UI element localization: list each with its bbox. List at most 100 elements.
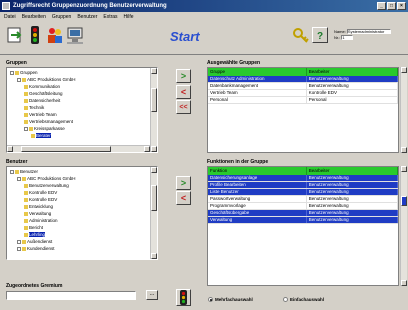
selected-groups-table[interactable]: Gruppe Bearbeiter Datenschutz Administrati…: [207, 67, 399, 153]
group-functions-vscroll[interactable]: [400, 166, 407, 286]
key-icon: [293, 28, 309, 43]
table-row[interactable]: Personal Personal: [208, 97, 398, 104]
help-button[interactable]: ?: [312, 27, 328, 43]
tree-node[interactable]: Entwicklung: [8, 203, 150, 210]
scroll-thumb[interactable]: [151, 88, 157, 112]
expand-toggle-icon[interactable]: [17, 176, 21, 181]
exit-button[interactable]: [6, 25, 24, 45]
menu-item-hilfe[interactable]: Hilfe: [124, 14, 134, 20]
scroll-thumb[interactable]: [401, 196, 407, 206]
users-tree[interactable]: Benutzer ABC Produktions GmbH Benutzerverw…: [8, 168, 150, 252]
tree-node[interactable]: Gruppen: [8, 69, 150, 76]
expand-toggle-icon[interactable]: [10, 70, 14, 75]
maximize-button[interactable]: □: [387, 2, 396, 10]
menu-item-extras[interactable]: Extras: [103, 14, 117, 20]
scroll-down-arrow[interactable]: [401, 280, 407, 286]
status-light-button[interactable]: [176, 289, 191, 306]
responsible-browse-button[interactable]: ...: [146, 290, 158, 300]
scroll-down-arrow[interactable]: [151, 253, 157, 259]
tree-node[interactable]: ABC Produktions GmbH: [8, 175, 150, 182]
scroll-down-arrow[interactable]: [401, 147, 407, 153]
column-header[interactable]: Bearbeiter: [307, 167, 398, 175]
scroll-up-arrow[interactable]: [151, 68, 157, 74]
close-button[interactable]: ×: [397, 2, 406, 10]
remove-group-button[interactable]: <: [176, 85, 191, 99]
tree-node[interactable]: Geschäftsleitung: [8, 90, 150, 97]
column-header[interactable]: Bearbeiter: [307, 68, 398, 76]
tree-node[interactable]: Kontrolle EDV: [8, 189, 150, 196]
scroll-right-arrow[interactable]: [144, 146, 150, 152]
selected-groups-vscroll[interactable]: [400, 67, 407, 153]
groups-tree-vscroll[interactable]: [150, 68, 157, 152]
tree-node[interactable]: Verwaltung: [8, 210, 150, 217]
add-user-button[interactable]: >: [176, 176, 191, 190]
tree-node[interactable]: Kundendienst: [8, 245, 150, 252]
groups-tree[interactable]: Gruppen ABC Produktions GmbH Kommunikation…: [8, 69, 150, 145]
tree-node-label: Lehrling: [29, 232, 46, 237]
scroll-thumb[interactable]: [151, 185, 157, 211]
traffic-light-button[interactable]: [26, 25, 44, 45]
expand-toggle-icon[interactable]: [10, 169, 14, 174]
tree-node[interactable]: Benutzerverwaltung: [8, 182, 150, 189]
users-tree-vscroll[interactable]: [150, 167, 157, 259]
scroll-thumb[interactable]: [21, 146, 111, 152]
folder-icon: [24, 197, 28, 202]
users-button[interactable]: [46, 25, 64, 45]
key-button[interactable]: [292, 25, 310, 45]
table-row[interactable]: Datenbankmanagement Benutzerverwaltung: [208, 83, 398, 90]
table-row[interactable]: Programmvorlage Benutzerverwaltung: [208, 203, 398, 210]
column-header[interactable]: Funktion: [208, 167, 307, 175]
computer-button[interactable]: [66, 25, 84, 45]
radio-dot[interactable]: [208, 297, 213, 302]
table-row[interactable]: Verwaltung Benutzerverwaltung: [208, 217, 398, 224]
responsible-input[interactable]: [6, 291, 136, 300]
info-line2-value: 1: [341, 35, 354, 40]
table-row[interactable]: Profile Bearbeiten Benutzerverwaltung: [208, 182, 398, 189]
menu-item-datei[interactable]: Datei: [4, 14, 16, 20]
table-row[interactable]: Liste Benutzer Benutzerverwaltung: [208, 189, 398, 196]
scroll-up-arrow[interactable]: [401, 67, 407, 73]
table-row[interactable]: Datensicherungsanlage Benutzerverwaltung: [208, 175, 398, 182]
tree-node[interactable]: Datensicherheit: [8, 97, 150, 104]
table-row[interactable]: Geschäftsübergabe Benutzerverwaltung: [208, 210, 398, 217]
scroll-down-arrow[interactable]: [151, 146, 157, 152]
column-header[interactable]: Gruppe: [208, 68, 307, 76]
folder-icon: [24, 218, 28, 223]
tree-node[interactable]: Berater: [8, 132, 150, 139]
tree-node[interactable]: Kontrolle EDV: [8, 196, 150, 203]
tree-node[interactable]: Bericht: [8, 224, 150, 231]
tree-node[interactable]: Kreissparkasse: [8, 125, 150, 132]
menu-item-benutzer[interactable]: Benutzer: [77, 14, 97, 20]
expand-toggle-icon[interactable]: [17, 246, 21, 251]
tree-node[interactable]: Technik: [8, 104, 150, 111]
add-group-button[interactable]: >: [176, 69, 191, 83]
tree-node[interactable]: Außendienst: [8, 238, 150, 245]
remove-all-groups-button[interactable]: <<: [176, 100, 191, 114]
groups-tree-hscroll[interactable]: [7, 145, 150, 152]
tree-node[interactable]: Lehrling: [8, 231, 150, 238]
tree-node[interactable]: Vertriebsmanagement: [8, 118, 150, 125]
table-row[interactable]: Datenschutz Administration Benutzerverwal…: [208, 76, 398, 83]
table-row[interactable]: Vertrieb Team Kontrolle EDV: [208, 90, 398, 97]
tree-node[interactable]: Vertrieb Team: [8, 111, 150, 118]
remove-user-button[interactable]: <: [176, 191, 191, 205]
tree-node[interactable]: Benutzer: [8, 168, 150, 175]
scroll-left-arrow[interactable]: [7, 146, 13, 152]
group-functions-table[interactable]: Funktion Bearbeiter Datensicherungsanlage B…: [207, 166, 399, 286]
tree-node[interactable]: Kommunikation: [8, 83, 150, 90]
tree-node[interactable]: Administration: [8, 217, 150, 224]
scroll-up-arrow[interactable]: [401, 166, 407, 172]
radio-dot[interactable]: [283, 297, 288, 302]
tree-node[interactable]: ABC Produktions GmbH: [8, 76, 150, 83]
radio-multi-select[interactable]: Mehrfachauswahl: [208, 297, 253, 302]
minimize-button[interactable]: _: [377, 2, 386, 10]
menu-item-bearbeiten[interactable]: Bearbeiten: [22, 14, 46, 20]
group-functions-label: Funktionen in der Gruppe: [207, 159, 269, 165]
expand-toggle-icon[interactable]: [24, 126, 28, 131]
expand-toggle-icon[interactable]: [17, 239, 21, 244]
table-row[interactable]: Passwortverwaltung Benutzerverwaltung: [208, 196, 398, 203]
scroll-up-arrow[interactable]: [151, 167, 157, 173]
menu-item-gruppen[interactable]: Gruppen: [52, 14, 71, 20]
expand-toggle-icon[interactable]: [17, 77, 21, 82]
radio-single-select[interactable]: Einfachauswahl: [283, 297, 324, 302]
